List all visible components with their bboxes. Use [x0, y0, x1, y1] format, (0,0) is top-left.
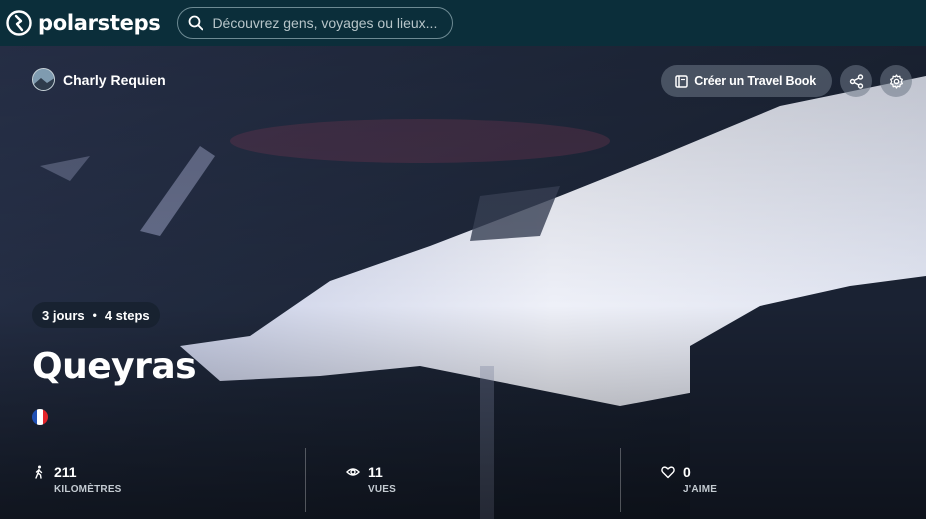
stat-divider: [620, 448, 621, 512]
trip-author[interactable]: Charly Requien: [32, 68, 166, 91]
book-icon: [675, 74, 688, 88]
user-avatar[interactable]: [32, 68, 55, 91]
polarsteps-logo[interactable]: polarsteps: [6, 10, 161, 36]
create-travel-book-button[interactable]: Créer un Travel Book: [661, 65, 832, 97]
gear-icon: [889, 73, 903, 89]
trip-stats: 211 KILOMÈTRES 11 VUES 0 J'AIME: [0, 448, 926, 514]
settings-button[interactable]: [880, 65, 912, 97]
avatar-image: [33, 69, 54, 90]
create-travel-book-label: Créer un Travel Book: [694, 74, 816, 88]
search-input[interactable]: [212, 15, 442, 31]
trip-duration-badge: 3 jours • 4 steps: [32, 302, 160, 328]
badge-separator: •: [92, 308, 97, 322]
heart-icon[interactable]: [661, 465, 675, 479]
trip-actions: Créer un Travel Book: [661, 65, 912, 97]
trip-hero: Charly Requien Créer un Travel Book 3 jo…: [0, 46, 926, 519]
stat-divider: [305, 448, 306, 512]
share-button[interactable]: [840, 65, 872, 97]
walking-person-icon: [35, 465, 43, 479]
trip-title: Queyras: [32, 346, 197, 387]
top-navigation-bar: polarsteps: [0, 0, 926, 46]
logo-icon: [6, 10, 32, 36]
stat-likes-value: 0: [683, 464, 691, 480]
stat-distance-value: 211: [54, 464, 77, 480]
france-flag-icon: [32, 409, 48, 425]
eye-icon: [346, 468, 360, 476]
trip-days: 3 jours: [42, 307, 85, 323]
user-name[interactable]: Charly Requien: [63, 72, 166, 88]
share-icon: [849, 73, 863, 89]
search-icon: [188, 15, 203, 31]
stat-likes[interactable]: 0 J'AIME: [661, 464, 717, 495]
stat-views-value: 11: [368, 464, 383, 480]
brand-name: polarsteps: [38, 11, 161, 35]
search-bar[interactable]: [176, 7, 453, 39]
stat-likes-label: J'AIME: [683, 484, 718, 495]
trip-steps: 4 steps: [104, 307, 150, 323]
stat-views-label: VUES: [368, 484, 397, 495]
stat-distance-label: KILOMÈTRES: [54, 484, 122, 495]
stat-distance: 211 KILOMÈTRES: [32, 464, 122, 495]
stat-views: 11 VUES: [346, 464, 396, 495]
